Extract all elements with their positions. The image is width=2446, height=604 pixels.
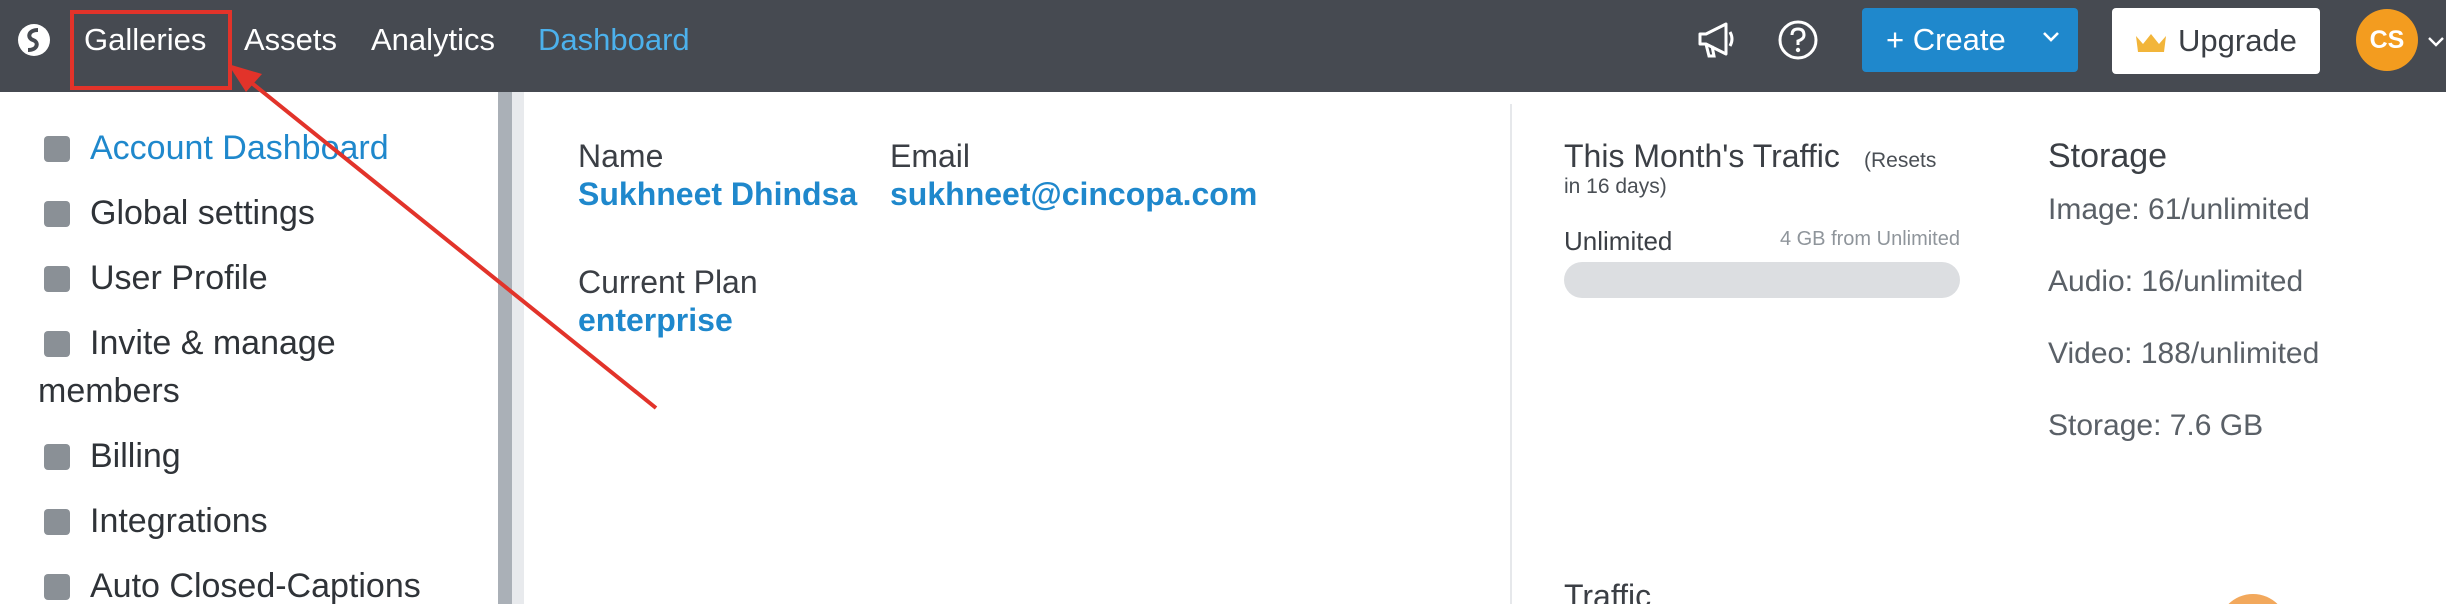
avatar[interactable]: CS (2356, 9, 2418, 71)
megaphone-icon[interactable] (1694, 18, 1738, 62)
email-value[interactable]: sukhneet@cincopa.com (890, 174, 1257, 214)
upgrade-button[interactable]: Upgrade (2112, 8, 2320, 74)
sidebar-item-label: Global settings (90, 194, 315, 232)
traffic-limit-label: Unlimited (1564, 226, 1673, 256)
storage-title: Storage (2048, 137, 2168, 175)
storage-image: Image: 61/unlimited (2048, 193, 2310, 226)
email-label: Email (890, 138, 971, 174)
annotation-highlight-box (70, 10, 232, 90)
chevron-down-icon (2043, 32, 2059, 42)
avatar-initials: CS (2369, 25, 2405, 54)
name-label: Name (578, 138, 664, 174)
at-icon (44, 509, 70, 535)
traffic-resets-note-continued: in 16 days) (1564, 175, 1667, 198)
list-icon (44, 136, 70, 162)
cincopa-logo-icon[interactable] (16, 22, 52, 58)
sidebar-item-label: Auto Closed-Captions (90, 567, 421, 604)
upgrade-button-label: Upgrade (2178, 23, 2297, 58)
id-card-icon (44, 266, 70, 292)
sidebar-scrollbar[interactable] (498, 92, 512, 604)
nav-dashboard[interactable]: Dashboard (538, 20, 690, 60)
traffic-usage-text: 4 GB from Unlimited (1779, 228, 1960, 250)
create-button[interactable]: + Create (1862, 8, 2078, 72)
content-divider (1510, 104, 1512, 604)
traffic-title: This Month's Traffic (1564, 138, 1840, 174)
help-icon[interactable] (1776, 18, 1820, 62)
traffic-resets-note: (Resets (1864, 149, 1937, 172)
sidebar-item-label: Account Dashboard (90, 129, 389, 167)
sidebar-item-label: Billing (90, 437, 181, 475)
storage-total: Storage: 7.6 GB (2048, 409, 2264, 442)
top-navigation-bar: Galleries Assets Analytics Dashboard + C… (0, 0, 2446, 92)
dollar-icon (44, 444, 70, 470)
sidebar-item-label: Invite & manage (90, 324, 336, 362)
chart-graphic (2218, 594, 2288, 604)
sidebar-item-label-continued: members (38, 372, 180, 410)
gear-icon (44, 201, 70, 227)
sidebar-item-label: Integrations (90, 502, 268, 540)
traffic-progress-bar (1564, 262, 1960, 298)
sidebar-item-label: User Profile (90, 259, 268, 297)
cc-icon (44, 574, 70, 600)
crown-icon (2136, 34, 2166, 52)
nav-analytics[interactable]: Analytics (371, 20, 495, 60)
traffic-section-title: Traffic (1564, 578, 1652, 604)
current-plan-value: enterprise (578, 302, 733, 338)
create-button-label: + Create (1886, 22, 2006, 57)
name-value: Sukhneet Dhindsa (578, 176, 858, 212)
chevron-down-icon[interactable] (2426, 32, 2446, 52)
sidebar-divider (512, 92, 524, 604)
storage-video: Video: 188/unlimited (2048, 337, 2320, 370)
current-plan-label: Current Plan (578, 264, 758, 300)
nav-assets[interactable]: Assets (244, 20, 337, 60)
user-icon (44, 331, 70, 357)
storage-audio: Audio: 16/unlimited (2048, 265, 2304, 298)
